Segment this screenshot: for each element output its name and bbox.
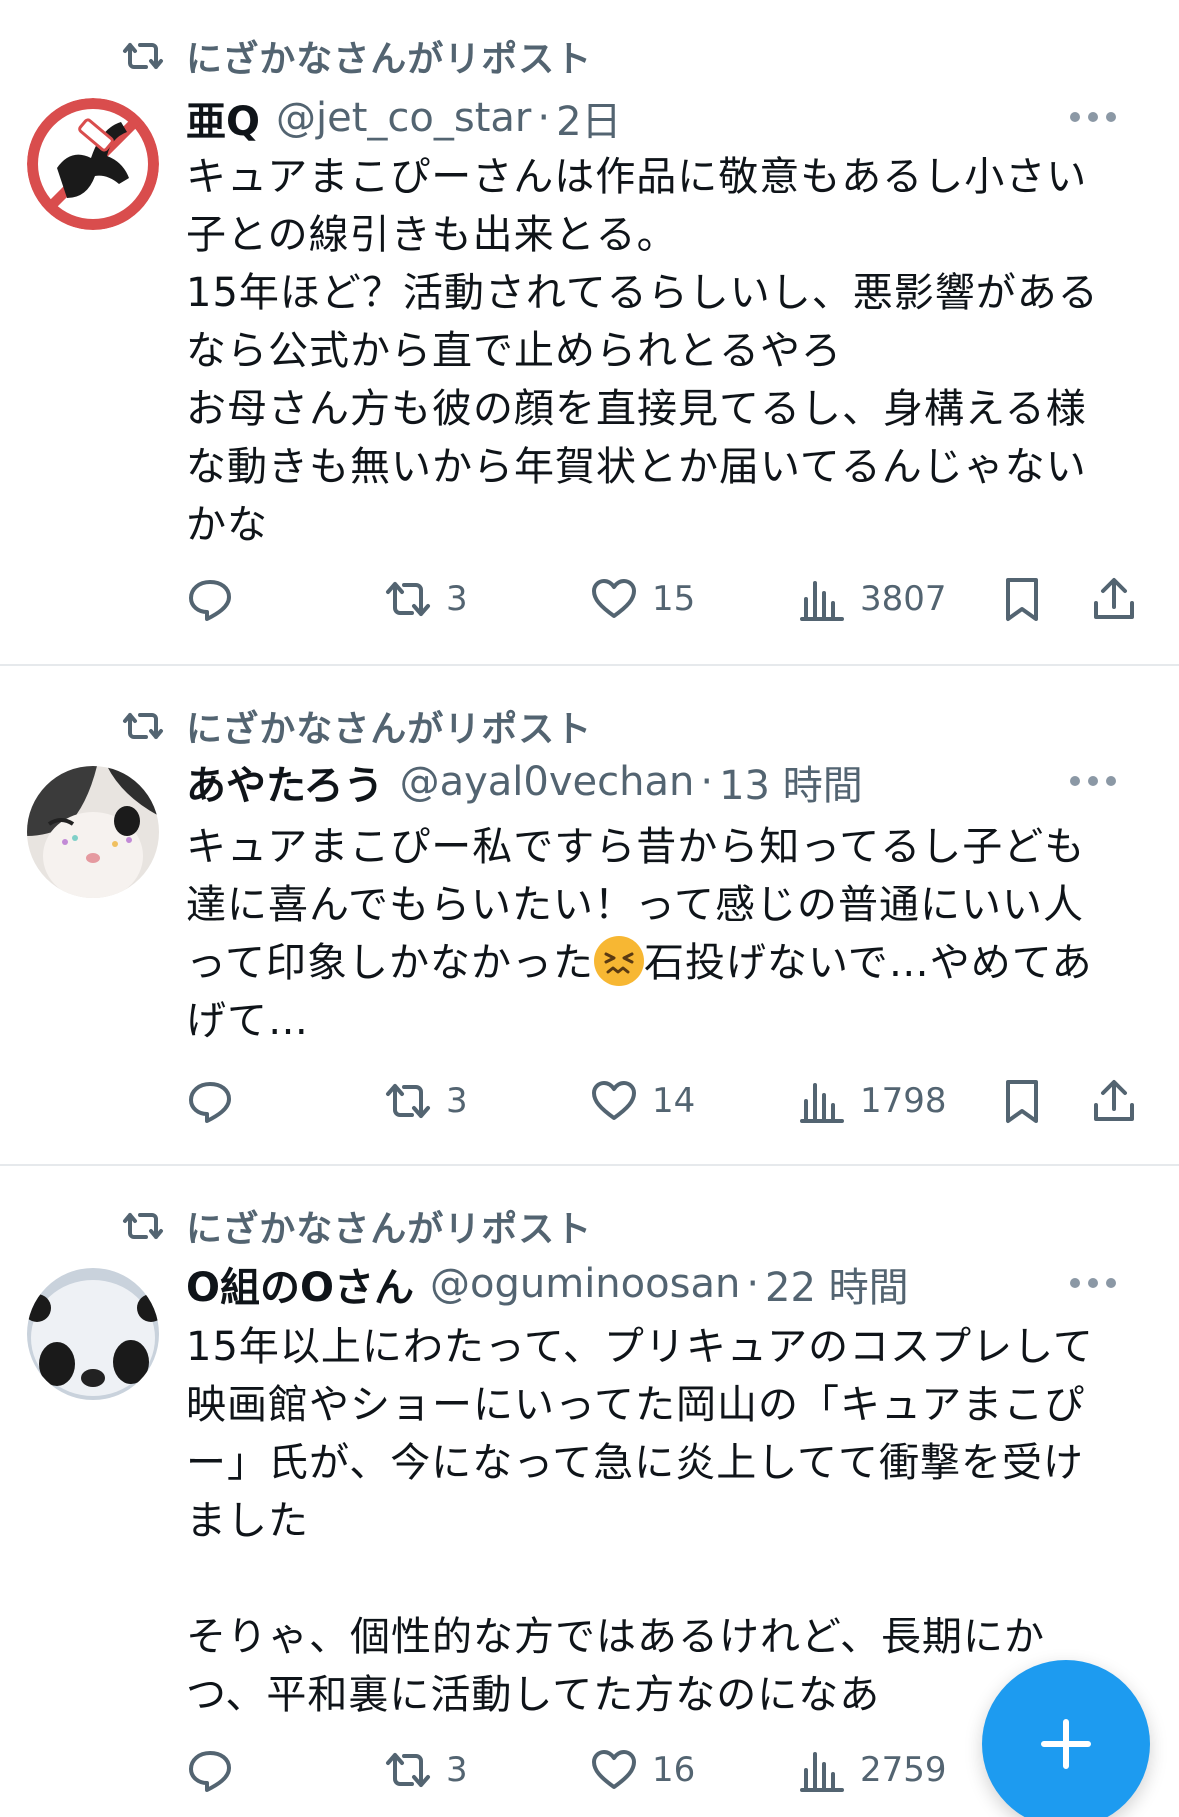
avatar-image bbox=[27, 766, 159, 898]
more-dots-icon[interactable] bbox=[1070, 776, 1116, 788]
repost-button[interactable]: 3 bbox=[384, 1740, 468, 1800]
bookmark-button[interactable] bbox=[998, 569, 1046, 629]
reply-icon bbox=[189, 1751, 231, 1792]
like-button[interactable]: 14 bbox=[590, 1071, 695, 1131]
heart-icon bbox=[592, 579, 636, 618]
share-icon bbox=[1094, 1080, 1134, 1121]
views-button[interactable]: 3807 bbox=[798, 569, 947, 629]
separator-dot: · bbox=[700, 759, 714, 805]
views-button[interactable]: 2759 bbox=[798, 1740, 947, 1800]
user-handle[interactable]: @oguminoosan bbox=[430, 1261, 740, 1307]
action-bar: 3 14 1798 bbox=[186, 1071, 1146, 1131]
like-button[interactable]: 16 bbox=[590, 1740, 695, 1800]
tweet-text: キュアまこぴー私ですら昔から知ってるし子ども 達に喜んでもらいたい！って感じの普… bbox=[186, 818, 1126, 1050]
repost-count: 3 bbox=[446, 1750, 468, 1790]
repost-indicator: にざかなさんがリポスト bbox=[122, 702, 592, 750]
repost-button[interactable]: 3 bbox=[384, 569, 468, 629]
more-dots-icon[interactable] bbox=[1070, 112, 1116, 124]
separator-dot: · bbox=[746, 1261, 760, 1307]
repost-label: にざかなさんがリポスト bbox=[186, 1209, 593, 1250]
tweet-text: 15年以上にわたって、プリキュアのコスプレして 映画館やショーにいってた岡山の「… bbox=[186, 1324, 1094, 1718]
timestamp[interactable]: 22 時間 bbox=[765, 1255, 909, 1313]
action-bar: 3 15 3807 bbox=[186, 569, 1146, 629]
avatar-image bbox=[27, 98, 159, 230]
more-dots-icon[interactable] bbox=[1070, 1278, 1116, 1290]
like-count: 15 bbox=[652, 579, 696, 619]
user-handle[interactable]: @ayal0vechan bbox=[400, 759, 695, 805]
like-count: 14 bbox=[652, 1081, 696, 1121]
repost-indicator: にざかなさんがリポスト bbox=[122, 1202, 592, 1250]
compose-button[interactable] bbox=[982, 1660, 1150, 1817]
repost-label: にざかなさんがリポスト bbox=[186, 709, 593, 750]
repost-button[interactable]: 3 bbox=[384, 1071, 468, 1131]
display-name[interactable]: 亜Q bbox=[186, 89, 260, 147]
repost-icon bbox=[123, 43, 163, 69]
repost-indicator: にざかなさんがリポスト bbox=[122, 32, 592, 80]
avatar[interactable] bbox=[27, 766, 159, 898]
share-icon bbox=[1094, 578, 1134, 619]
bookmark-button[interactable] bbox=[998, 1071, 1046, 1131]
avatar-image bbox=[27, 1268, 159, 1400]
reply-button[interactable] bbox=[186, 1071, 248, 1131]
user-handle[interactable]: @jet_co_star bbox=[276, 95, 531, 141]
repost-label: にざかなさんがリポスト bbox=[186, 39, 593, 80]
views-chart-icon bbox=[800, 581, 844, 621]
confounded-face-emoji bbox=[594, 936, 644, 986]
share-button[interactable] bbox=[1090, 569, 1138, 629]
repost-icon bbox=[123, 1213, 163, 1239]
display-name[interactable]: O組のOさん bbox=[186, 1255, 414, 1313]
display-name[interactable]: あやたろう bbox=[186, 753, 384, 811]
heart-icon bbox=[592, 1750, 636, 1789]
avatar[interactable] bbox=[27, 98, 159, 230]
tweet-2[interactable]: にざかなさんがリポスト あやたろう @ayal0vechan · 13 時間 キ… bbox=[0, 666, 1179, 1162]
repost-count: 3 bbox=[446, 579, 468, 619]
tweet-header: あやたろう @ayal0vechan · 13 時間 bbox=[186, 754, 1149, 810]
repost-count: 3 bbox=[446, 1081, 468, 1121]
view-count: 2759 bbox=[860, 1750, 947, 1790]
repost-icon bbox=[386, 1084, 430, 1118]
tweet-header: O組のOさん @oguminoosan · 22 時間 bbox=[186, 1256, 1149, 1312]
views-chart-icon bbox=[800, 1752, 844, 1792]
timestamp[interactable]: 2日 bbox=[556, 89, 621, 147]
timestamp[interactable]: 13 時間 bbox=[719, 753, 863, 811]
repost-icon bbox=[386, 582, 430, 616]
repost-icon bbox=[386, 1753, 430, 1787]
plus-icon bbox=[1041, 1719, 1091, 1769]
avatar[interactable] bbox=[27, 1268, 159, 1400]
reply-icon bbox=[189, 1082, 231, 1123]
like-button[interactable]: 15 bbox=[590, 569, 695, 629]
tweet-1[interactable]: にざかなさんがリポスト 亜Q @jet_co_star · 2日 キュアまこぴー… bbox=[0, 0, 1179, 662]
like-count: 16 bbox=[652, 1750, 696, 1790]
views-chart-icon bbox=[800, 1083, 844, 1123]
share-button[interactable] bbox=[1090, 1071, 1138, 1131]
view-count: 3807 bbox=[860, 579, 947, 619]
reply-button[interactable] bbox=[186, 569, 248, 629]
tweet-text: キュアまこぴーさんは作品に敬意もあるし小さい 子との線引きも出来とる。 15年ほ… bbox=[186, 154, 1099, 548]
heart-icon bbox=[592, 1081, 636, 1120]
view-count: 1798 bbox=[860, 1081, 947, 1121]
repost-icon bbox=[123, 713, 163, 739]
views-button[interactable]: 1798 bbox=[798, 1071, 947, 1131]
separator-dot: · bbox=[537, 95, 551, 141]
bookmark-icon bbox=[1006, 578, 1038, 621]
bookmark-icon bbox=[1006, 1080, 1038, 1123]
reply-button[interactable] bbox=[186, 1740, 248, 1800]
reply-icon bbox=[189, 580, 231, 621]
tweet-header: 亜Q @jet_co_star · 2日 bbox=[186, 90, 1149, 146]
